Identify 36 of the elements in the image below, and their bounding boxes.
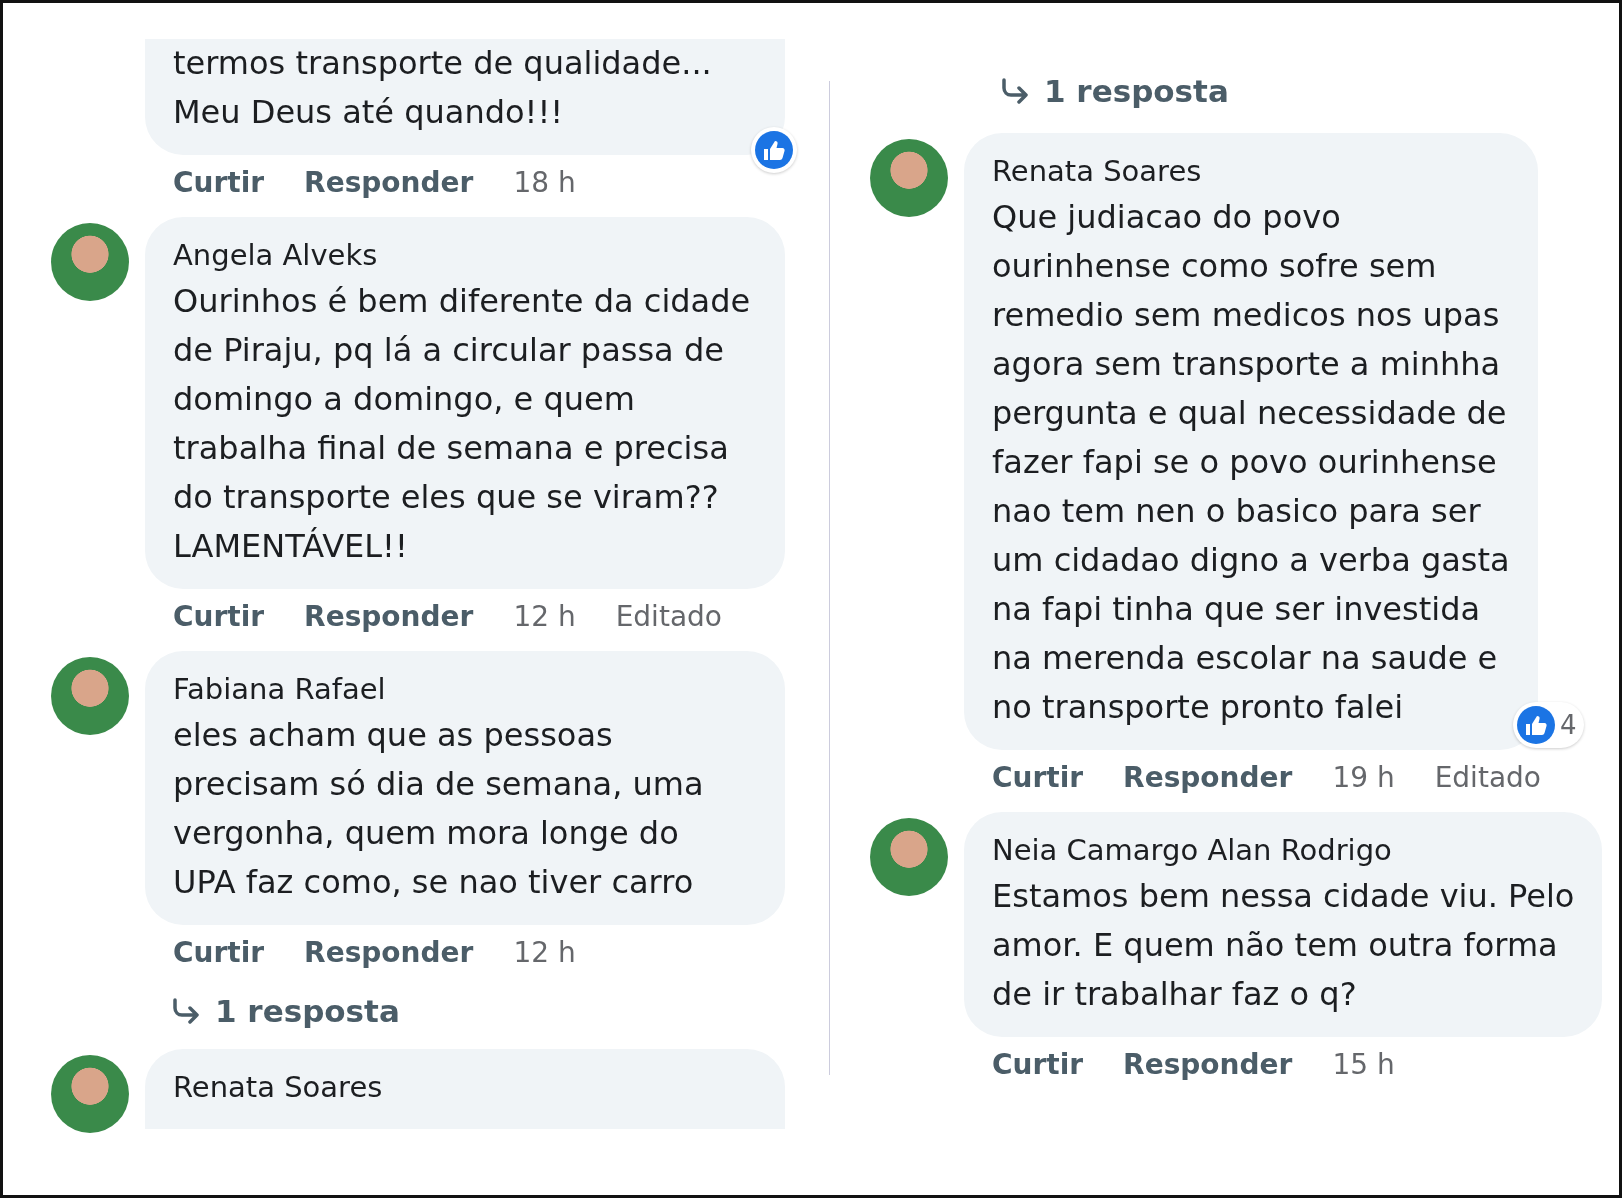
comment-action-link[interactable]: Curtir bbox=[173, 163, 265, 203]
reaction-badge[interactable] bbox=[751, 127, 797, 173]
comment-action-link[interactable]: Responder bbox=[1123, 1045, 1293, 1085]
commenter-name[interactable]: Renata Soares bbox=[173, 1065, 757, 1109]
comment-time[interactable]: 19 h bbox=[1332, 758, 1395, 798]
commenter-name[interactable]: Angela Alveks bbox=[173, 233, 757, 277]
comment-action-link[interactable]: Responder bbox=[1123, 758, 1293, 798]
comment-text: Estamos bem nessa cidade viu. Pelo amor. E quem não tem outra forma de ir trabalhar faz o q? bbox=[992, 876, 1575, 1015]
comment-text: eles acham que as pessoas precisam só dia de semana, uma vergonha, quem mora longe do UPA faz como, se nao tiver carro bbox=[173, 715, 705, 903]
comment-time[interactable]: 12 h bbox=[513, 933, 576, 973]
thumbs-up-icon bbox=[1516, 705, 1557, 745]
comment-action-link[interactable]: Responder bbox=[304, 597, 474, 637]
comment-action-link[interactable]: Responder bbox=[304, 933, 474, 973]
comment-text: Ourinhos é bem diferente da cidade de Piraju, pq lá a circular passa de domingo a domingo, e quem trabalha final de semana e precisa do transporte eles que se viram?? LAMENTÁVEL!! bbox=[173, 281, 752, 567]
comment-action-link[interactable]: Responder bbox=[304, 163, 474, 203]
comment-time[interactable]: 15 h bbox=[1332, 1045, 1395, 1085]
thumbs-up-icon bbox=[754, 130, 794, 170]
comment-text: Que judiacao do povo ourinhense como sofre sem remedio sem medicos nos upas agora sem transporte a minhha pergunta e qual necessidade de fazer fapi se o povo ourinhense nao tem nen o basico para ser um cidadao digno a verba gasta na fapi tinha que ser investida na merenda escolar na saude e no transporte pronto falei bbox=[992, 197, 1510, 728]
reaction-badge[interactable]: 4 bbox=[1513, 702, 1584, 748]
comment-action-link[interactable]: Curtir bbox=[173, 597, 265, 637]
edited-label: Editado bbox=[1434, 760, 1541, 796]
edited-label: Editado bbox=[615, 599, 722, 635]
reply-arrow-icon bbox=[171, 998, 201, 1024]
comment-action-link[interactable]: Curtir bbox=[173, 933, 265, 973]
replies-link[interactable]: 1 resposta bbox=[1044, 73, 1229, 109]
comment-action-link[interactable]: Curtir bbox=[992, 1045, 1084, 1085]
comment-text: termos transporte de qualidade... Meu Deus até quando!!! bbox=[173, 43, 713, 133]
reaction-count: 4 bbox=[1560, 710, 1578, 740]
comment-time[interactable]: 12 h bbox=[513, 597, 576, 637]
comment-time[interactable]: 18 h bbox=[513, 163, 576, 203]
commenter-name[interactable]: Fabiana Rafael bbox=[173, 667, 757, 711]
comment-action-link[interactable]: Curtir bbox=[992, 758, 1084, 798]
reply-arrow-icon bbox=[1000, 78, 1030, 104]
commenter-name[interactable]: Renata Soares bbox=[992, 149, 1510, 193]
commenter-name[interactable]: Neia Camargo Alan Rodrigo bbox=[992, 828, 1575, 872]
replies-link[interactable]: 1 resposta bbox=[215, 993, 400, 1029]
